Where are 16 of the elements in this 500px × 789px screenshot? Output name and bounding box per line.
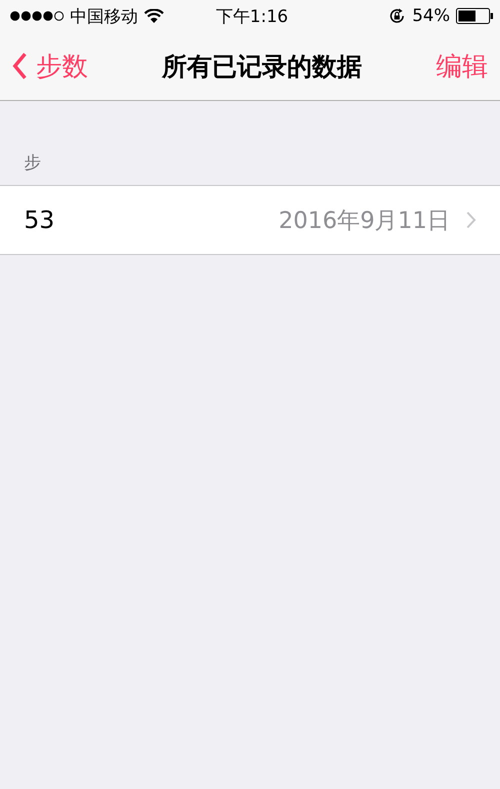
data-row[interactable]: 53 2016年9月11日 (0, 186, 500, 254)
battery-icon (456, 8, 494, 24)
record-date: 2016年9月11日 (278, 206, 450, 236)
chevron-left-icon (12, 52, 28, 80)
wifi-icon (144, 8, 164, 24)
edit-button[interactable]: 编辑 (436, 48, 488, 84)
rotation-lock-icon (388, 7, 406, 25)
back-button[interactable]: 步数 (12, 48, 88, 84)
step-count: 53 (24, 206, 56, 234)
carrier-name: 中国移动 (70, 6, 138, 28)
battery-percentage: 54% (412, 6, 450, 26)
chevron-right-icon (466, 211, 476, 229)
page-title: 所有已记录的数据 (162, 50, 362, 82)
section-header: 步 (23, 152, 42, 175)
signal-icon (10, 11, 64, 21)
status-time: 下午1:16 (216, 6, 288, 28)
